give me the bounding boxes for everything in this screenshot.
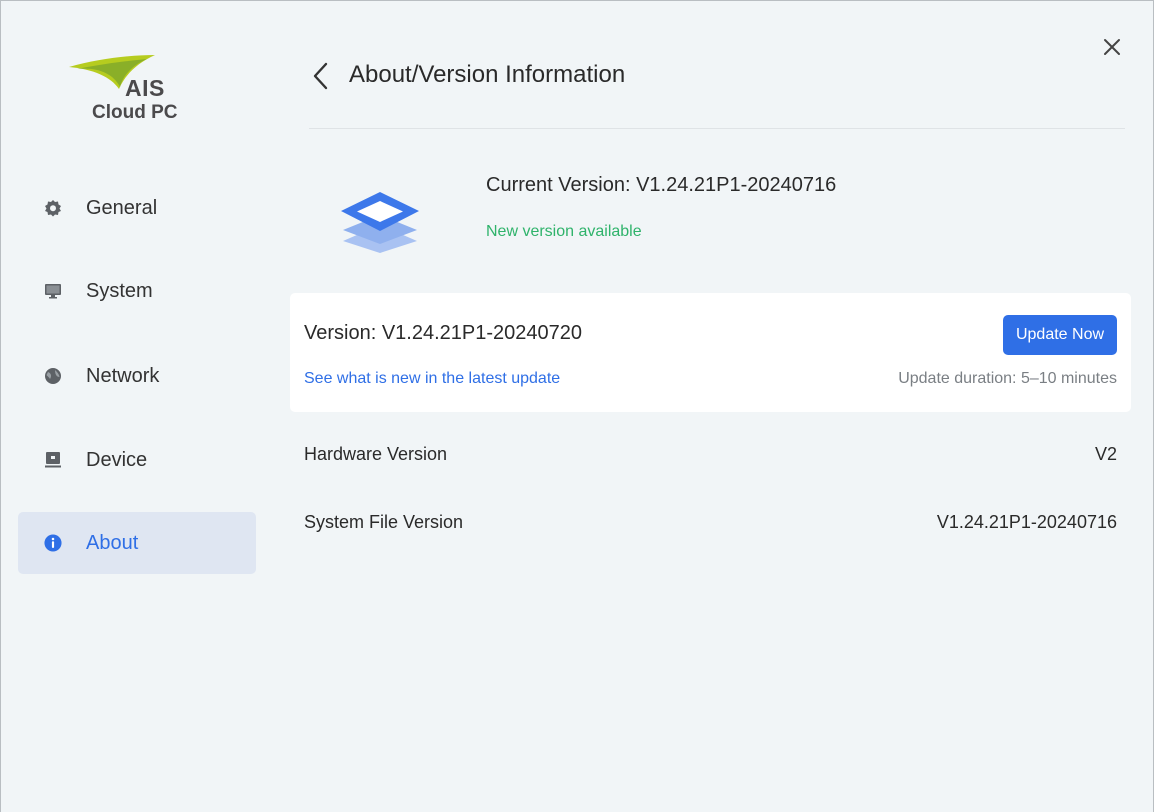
back-button[interactable] [309,59,335,93]
current-version: Current Version: V1.24.21P1-20240716 [486,174,837,196]
update-card: Version: V1.24.21P1-20240720 See what is… [290,293,1131,412]
settings-window: AIS Cloud PC General System Network Devi… [0,0,1154,812]
sidebar-item-label: General [86,196,158,219]
chevron-left-icon [313,62,328,90]
sidebar-item-label: Network [86,364,160,387]
whats-new-link[interactable]: See what is new in the latest update [304,370,560,388]
hardware-version-row: Hardware Version V2 [304,439,1117,469]
monitor-icon [44,282,62,300]
system-file-version-row: System File Version V1.24.21P1-20240716 [304,507,1117,537]
close-icon [1104,39,1120,55]
update-duration: Update duration: 5–10 minutes [898,370,1117,387]
sidebar-item-label: Device [86,448,148,471]
layers-icon [337,191,423,258]
close-button[interactable] [1099,34,1125,60]
logo-brand: AIS [125,75,165,101]
ais-logo: AIS Cloud PC [67,53,178,133]
sidebar-item-about[interactable]: About [18,512,256,574]
sidebar-item-system[interactable]: System [18,260,256,322]
info-value: V1.24.21P1-20240716 [936,511,1117,532]
update-now-button[interactable]: Update Now [1003,315,1117,355]
sidebar-item-network[interactable]: Network [18,345,256,407]
sidebar-item-device[interactable]: Device [18,429,256,491]
info-label: Hardware Version [304,443,448,464]
header-divider [309,128,1125,129]
new-version-number: Version: V1.24.21P1-20240720 [304,322,582,344]
info-icon [44,534,62,552]
logo-product: Cloud PC [92,102,178,123]
sidebar-item-label: System [86,279,153,302]
gear-icon [44,199,62,217]
sidebar-item-general[interactable]: General [18,177,256,239]
globe-icon [44,367,62,385]
info-value: V2 [1094,443,1117,464]
info-label: System File Version [304,511,464,532]
new-version-status: New version available [486,223,642,240]
page-title: About/Version Information [349,61,626,88]
device-icon [44,451,62,469]
sidebar-item-label: About [86,531,139,554]
